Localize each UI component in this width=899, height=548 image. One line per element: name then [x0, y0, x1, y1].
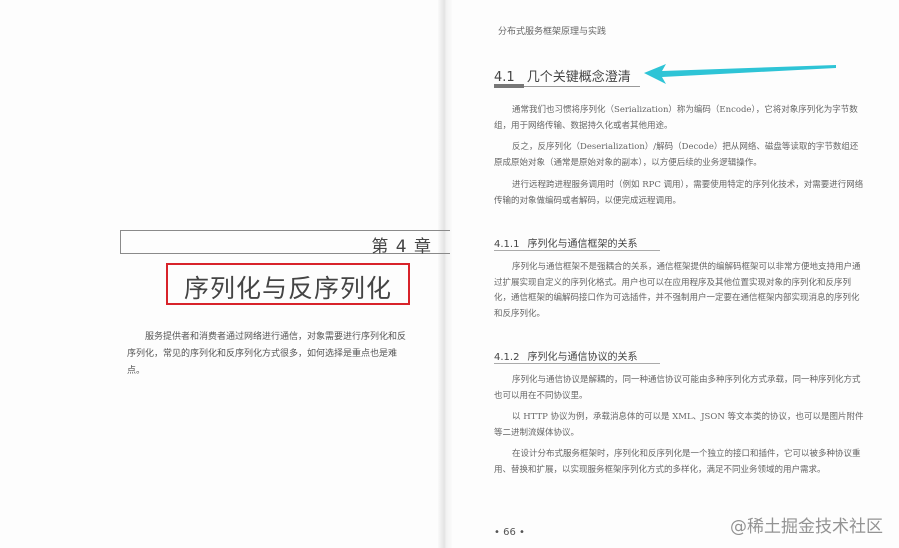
subsection-title-text: 序列化与通信协议的关系 — [527, 352, 638, 363]
paragraph: 进行远程跨进程服务调用时（例如 RPC 调用），需要使用特定的序列化技术，对需要… — [494, 180, 864, 206]
chapter-intro: 服务提供者和消费者通过网络进行通信，对象需要进行序列化和反序列化，常见的序列化和… — [127, 332, 407, 376]
subsection-rule — [494, 363, 660, 364]
section-title: 4.1 几个关键概念澄清 — [494, 66, 631, 85]
subsection-number: 4.1.2 — [494, 352, 520, 363]
subsection-title: 4.1.2 序列化与通信协议的关系 — [494, 348, 637, 363]
chapter-number: 第 4 章 — [371, 237, 432, 257]
section-rule-accent — [494, 84, 524, 88]
paragraph: 以 HTTP 协议为例，承载消息体的可以是 XML、JSON 等文本类的协议，也… — [494, 412, 864, 438]
arrow-annotation-icon — [644, 64, 836, 84]
paragraph: 通常我们也习惯将序列化（Serialization）称为编码（Encode），它… — [494, 105, 858, 131]
watermark: @稀土掘金技术社区 — [730, 517, 883, 537]
subsection-rule — [494, 250, 660, 251]
paragraph: 序列化与通信协议是解耦的，同一种通信协议可能由多种序列化方式承载，同一种序列化方… — [494, 375, 861, 401]
chapter-bar: 第 4 章 — [120, 230, 450, 257]
paragraph: 序列化与通信框架不是强耦合的关系，通信框架提供的编解码框架可以非常方便地支持用户… — [494, 262, 861, 319]
paragraph: 在设计分布式服务框架时，序列化和反序列化是一个独立的接口和插件，它可以被多种协议… — [494, 449, 861, 475]
section-number: 4.1 — [494, 70, 515, 85]
subsection-title-text: 序列化与通信框架的关系 — [527, 239, 638, 250]
chapter-title: 序列化与反序列化 — [183, 274, 392, 303]
running-head: 分布式服务框架原理与实践 — [498, 27, 607, 37]
paragraph: 反之，反序列化（Deserialization）/解码（Decode）把从网络、… — [494, 142, 859, 168]
subsection-title: 4.1.1 序列化与通信框架的关系 — [494, 235, 637, 250]
chapter-title-highlight: 序列化与反序列化 — [166, 263, 410, 305]
page-number: • 66 • — [494, 527, 525, 538]
section-title-text: 几个关键概念澄清 — [526, 70, 631, 85]
subsection-number: 4.1.1 — [494, 239, 520, 250]
book-gutter — [438, 0, 452, 548]
